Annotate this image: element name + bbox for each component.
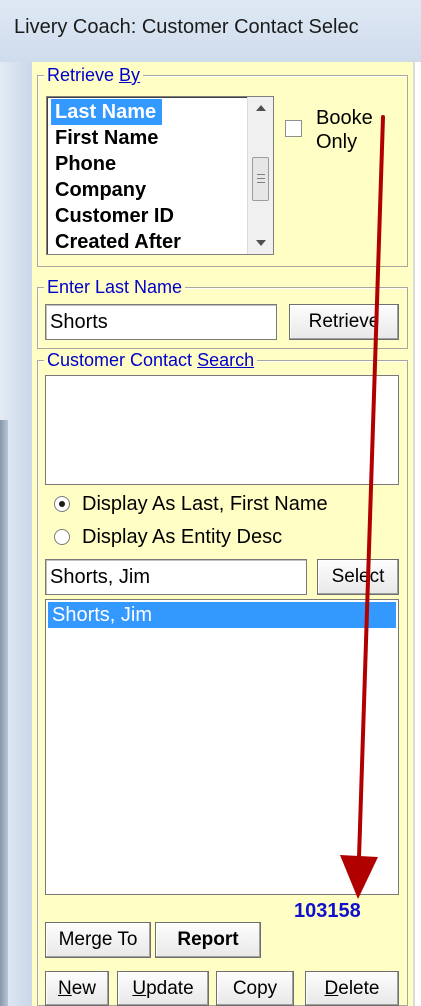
radio-selected-dot [59,501,65,507]
result-item[interactable]: Shorts, Jim [48,602,396,628]
button-label: ew [71,978,97,999]
chevron-down-icon [256,240,266,246]
display-entity-radio[interactable] [54,529,70,545]
copy-button[interactable]: Copy [216,971,294,1006]
list-item[interactable]: Customer ID [51,203,180,229]
search-criteria-area[interactable] [45,375,399,485]
window-frame-right [413,62,421,1006]
booked-only-label-line2: Only [316,131,358,153]
accelerator: D [324,978,339,999]
scroll-thumb[interactable] [252,157,269,201]
booked-only-checkbox[interactable] [285,120,302,137]
last-name-input[interactable]: Shorts [45,304,277,340]
title-bar[interactable]: Livery Coach: Customer Contact Selec [0,0,421,62]
accelerator: U [132,978,147,999]
grip-line [257,174,265,175]
grip-line [257,178,265,179]
window-title: Livery Coach: Customer Contact Selec [14,16,359,38]
scroll-down-button[interactable] [248,232,274,254]
legend-text: Retrieve [47,65,120,85]
results-listbox[interactable]: Shorts, Jim [45,599,399,895]
legend-accelerator: Search [197,350,255,370]
legend-text: Customer Contact [47,350,198,370]
display-last-first-label[interactable]: Display As Last, First Name [82,492,328,516]
button-label: elete [338,978,380,999]
list-item[interactable]: Created After [51,229,187,255]
retrieve-by-legend: Retrieve By [44,65,144,85]
merge-to-button[interactable]: Merge To [45,922,151,958]
select-button[interactable]: Select [317,559,399,595]
new-button[interactable]: New [45,971,109,1006]
booked-only-label-line1: Booke [316,107,373,129]
display-entity-label[interactable]: Display As Entity Desc [82,525,282,549]
customer-contact-search-legend: Customer Contact Search [44,350,258,370]
update-button[interactable]: Update [117,971,209,1006]
accelerator: N [57,978,72,999]
delete-button[interactable]: Delete [305,971,399,1006]
report-button[interactable]: Report [155,922,261,958]
scroll-up-button[interactable] [248,97,274,119]
chevron-up-icon [256,105,266,111]
booked-only-label: Booke Only [316,106,373,154]
list-item[interactable]: Company [51,177,152,203]
list-item[interactable]: First Name [51,125,164,151]
retrieve-button[interactable]: Retrieve [289,304,399,340]
record-count: 103158 [294,900,361,922]
list-item[interactable]: Phone [51,151,122,177]
window-frame-shadow [0,420,8,1006]
main-panel: Retrieve By Last Name First Name Phone C… [32,62,413,1006]
listbox-scrollbar[interactable] [247,97,273,254]
display-last-first-radio[interactable] [54,496,70,512]
retrieve-by-listbox[interactable]: Last Name First Name Phone Company Custo… [46,96,274,255]
button-label: pdate [146,978,194,999]
grip-line [257,182,265,183]
enter-last-name-legend: Enter Last Name [44,277,186,297]
select-name-input[interactable]: Shorts, Jim [45,559,307,595]
list-item[interactable]: Last Name [51,99,163,125]
legend-accelerator: By [119,65,141,85]
